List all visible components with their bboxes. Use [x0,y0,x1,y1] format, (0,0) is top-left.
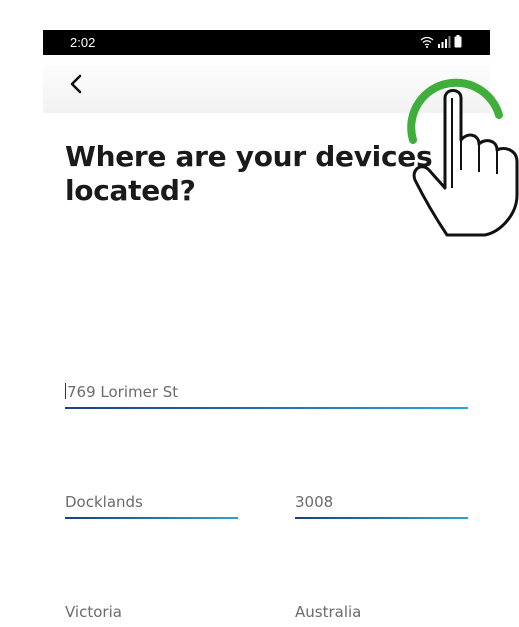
signal-icon [438,35,451,48]
suburb-field[interactable]: Docklands [65,493,238,519]
street-underline [65,407,468,409]
text-cursor [65,383,66,399]
suburb-underline [65,517,238,519]
page-title: Where are your devices located? [65,140,465,208]
state-field[interactable]: Victoria [65,603,238,627]
chevron-left-icon [70,74,82,94]
postcode-field[interactable]: 3008 [295,493,468,519]
battery-icon [454,35,462,48]
street-field[interactable]: 769 Lorimer St [65,383,468,409]
wifi-icon [420,36,434,48]
status-time: 2:02 [70,35,96,50]
suburb-value: Docklands [65,493,143,511]
back-button[interactable] [63,69,93,99]
postcode-value: 3008 [295,493,334,511]
status-bar: 2:02 [43,30,490,55]
state-value: Victoria [65,603,122,621]
app-bar [43,55,490,113]
street-value: 769 Lorimer St [67,383,179,401]
postcode-underline [295,517,468,519]
status-icons [420,35,462,48]
phone-screen: 2:02 Where are your devices located? 769… [43,30,490,621]
country-field[interactable]: Australia [295,603,468,627]
page-title-line-2: located? [65,174,196,207]
page-title-line-1: Where are your devices [65,140,433,173]
country-value: Australia [295,603,362,621]
